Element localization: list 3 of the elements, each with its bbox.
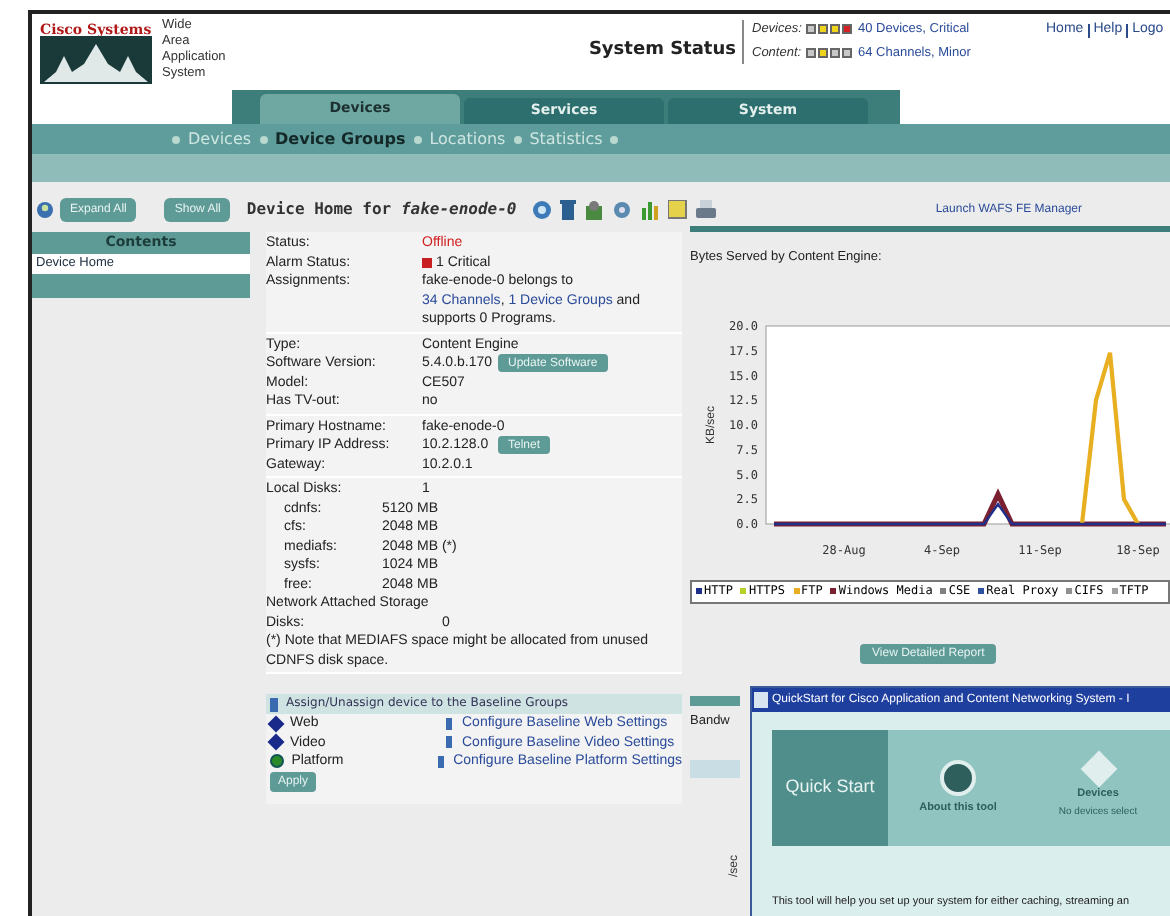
- page-title: Device Home for fake-enode-0: [246, 198, 517, 222]
- quickstart-heading: Quick Start: [772, 730, 888, 846]
- status-title: System Status: [588, 38, 736, 64]
